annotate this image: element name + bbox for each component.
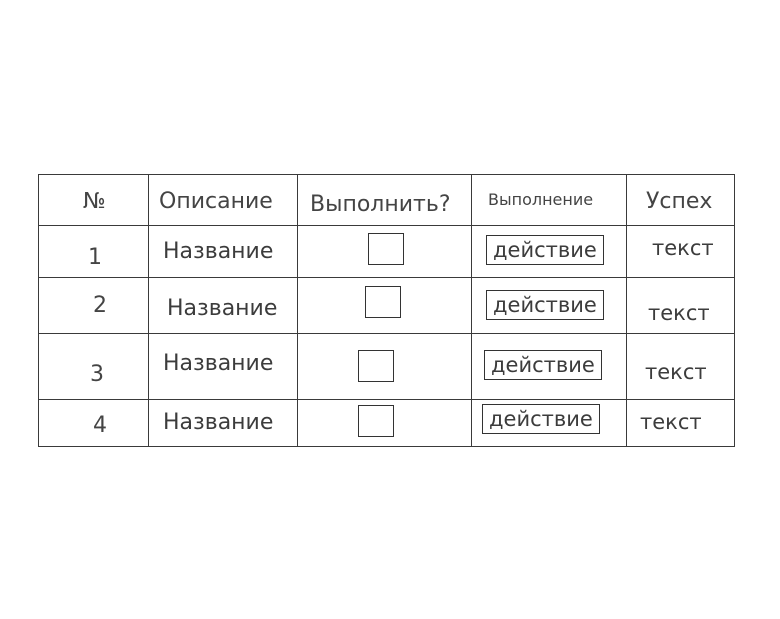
execute-checkbox[interactable] [358,350,394,382]
row-divider [39,277,734,278]
action-button[interactable]: действие [486,235,604,265]
header-description: Описание [159,189,273,214]
result-text: текст [645,360,707,384]
execute-checkbox[interactable] [365,286,401,318]
execute-checkbox[interactable] [368,233,404,265]
row-divider [39,399,734,400]
row-number: 3 [90,362,104,387]
column-divider [471,175,472,446]
row-number: 1 [88,245,102,270]
execute-checkbox[interactable] [358,405,394,437]
action-button[interactable]: действие [482,404,600,434]
result-text: текст [652,236,714,260]
tasks-table: № Описание Выполнить? Выполнение Успех 1… [38,174,735,447]
header-number: № [83,189,106,214]
column-divider [297,175,298,446]
header-success: Успех [646,189,713,214]
header-execute: Выполнить? [310,192,451,217]
row-divider [39,333,734,334]
action-button[interactable]: действие [484,350,602,380]
task-name: Название [167,296,278,321]
header-execution: Выполнение [488,190,594,209]
column-divider [148,175,149,446]
result-text: текст [648,301,710,325]
column-divider [626,175,627,446]
row-number: 2 [93,293,107,318]
row-divider [39,225,734,226]
result-text: текст [640,410,702,434]
task-name: Название [163,410,274,435]
action-button[interactable]: действие [486,290,604,320]
task-name: Название [163,239,274,264]
task-name: Название [163,351,274,376]
row-number: 4 [93,413,107,438]
